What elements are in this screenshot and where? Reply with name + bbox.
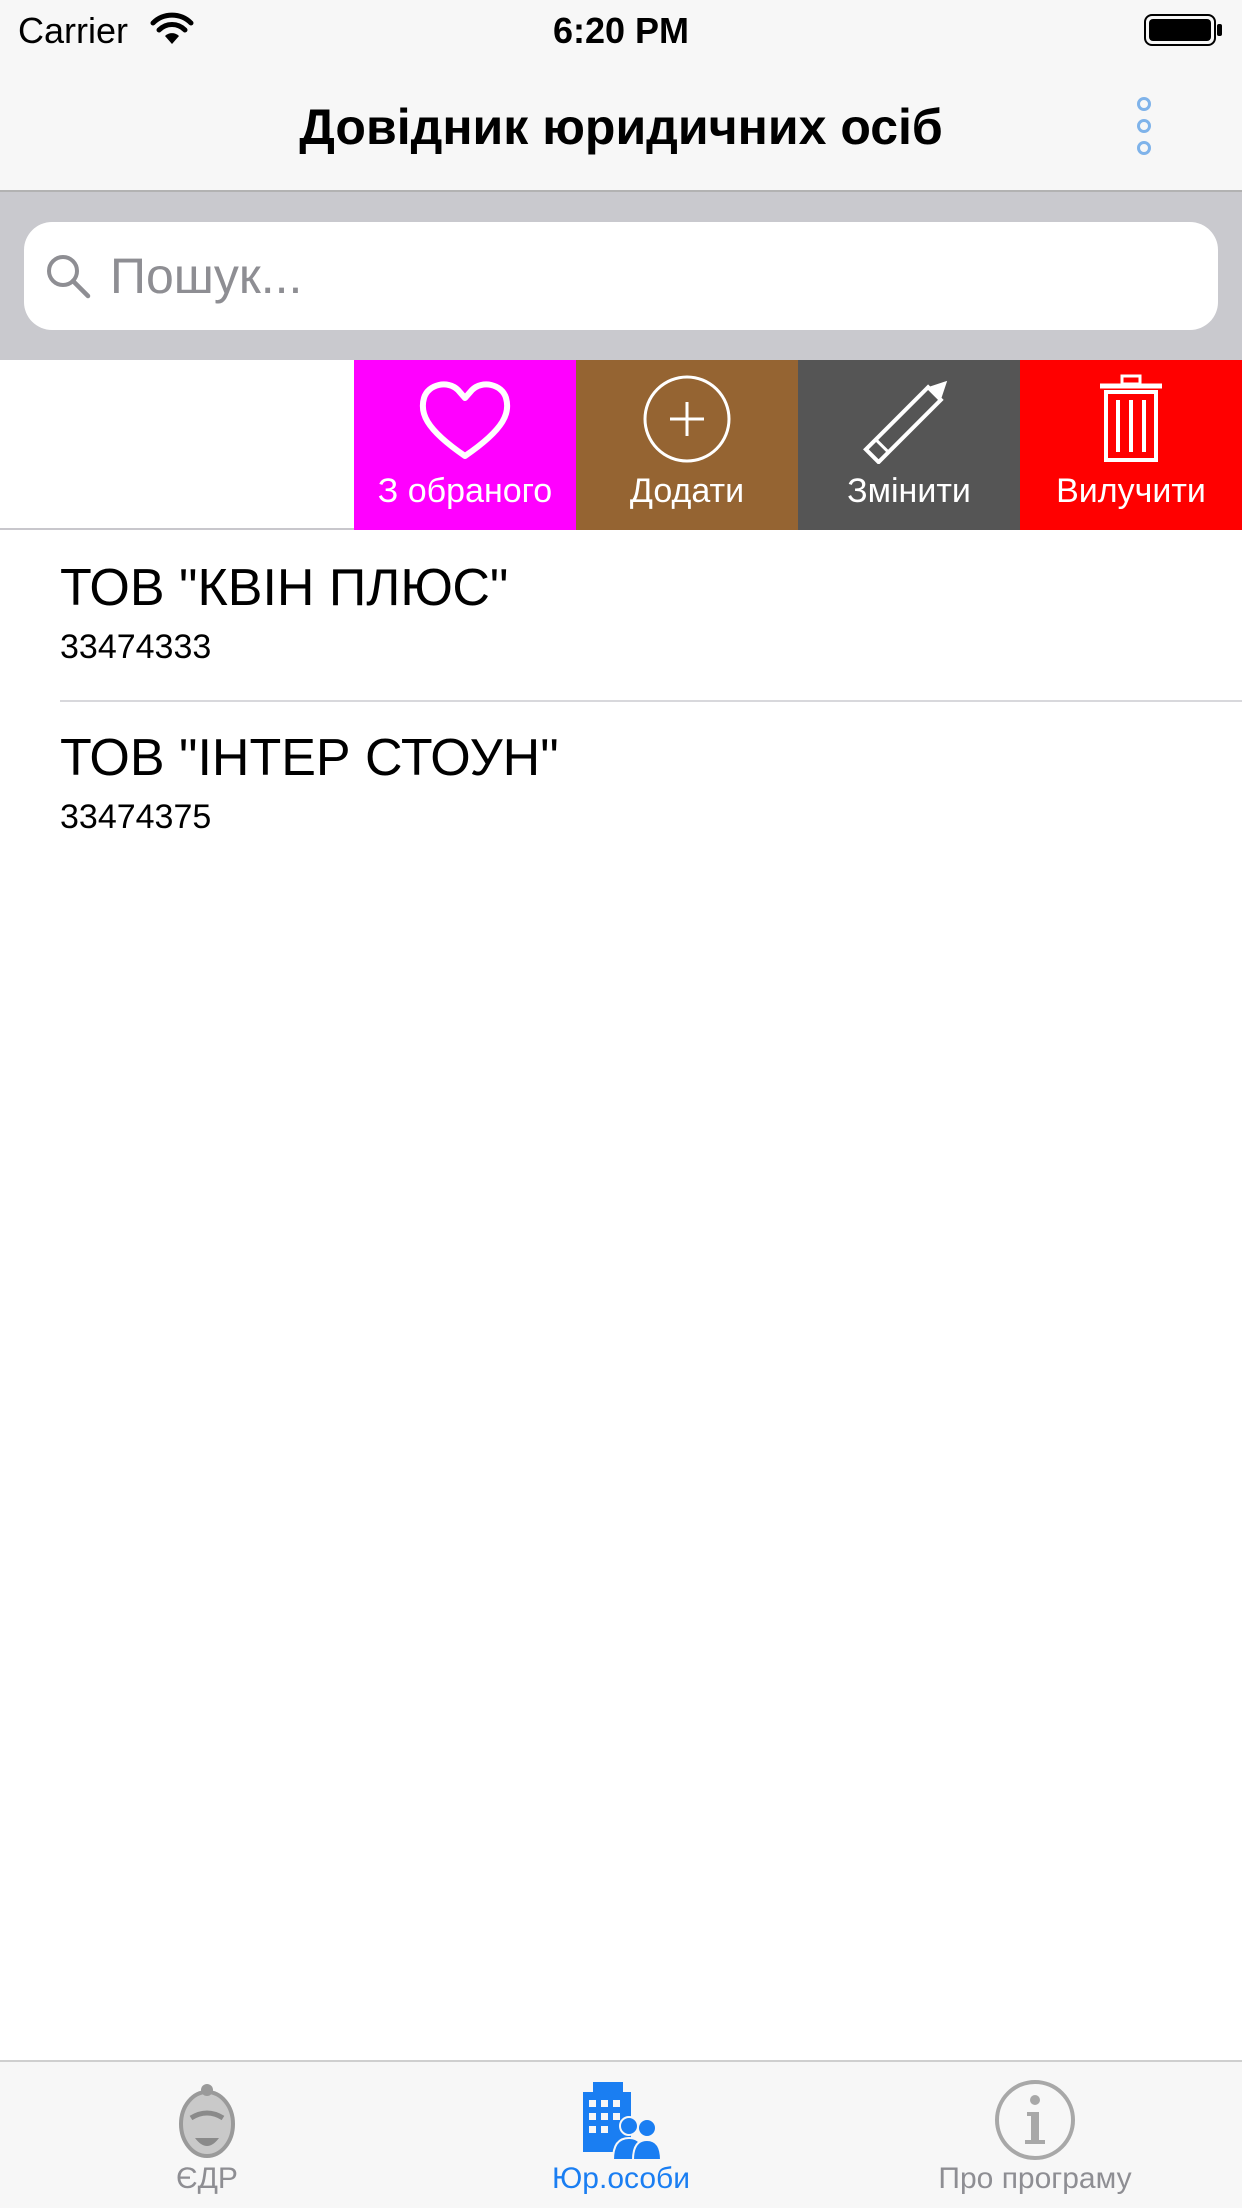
tab-edr-label: ЄДР [176,2162,238,2195]
company-name: ТОВ "КВІН ПЛЮС" [60,559,509,617]
heart-icon [419,381,511,459]
list-item[interactable]: ТОВ "КВІН ПЛЮС" 33474333 [0,532,1242,702]
battery-icon [1144,14,1222,46]
search-field[interactable] [24,222,1218,330]
page-title: Довідник юридичних осіб [299,99,943,155]
tab-legal-entities-label: Юр.особи [552,2162,690,2195]
search-icon [47,255,91,299]
edit-label: Змінити [847,472,971,510]
search-bar [0,192,1242,360]
company-code: 33474333 [60,628,212,666]
app-screen: Carrier 6:20 PM Довідник юридичних осіб [0,0,1242,2208]
pencil-icon [863,380,948,464]
tab-about[interactable]: Про програму [828,2062,1242,2208]
swiped-list-row[interactable]: З обраного Додати Змінити Вилучити [0,360,1242,530]
edr-emblem-icon [179,2084,235,2158]
plus-circle-icon [643,375,731,463]
company-name: ТОВ "ІНТЕР СТОУН" [60,729,559,787]
tab-about-label: Про програму [938,2162,1132,2195]
vertical-dots-icon[interactable] [1126,94,1162,158]
buildings-people-icon [583,2082,663,2161]
tab-bar: ЄДР Юр.особи Про програму [0,2060,1242,2208]
tab-legal-entities[interactable]: Юр.особи [414,2062,828,2208]
delete-button[interactable]: Вилучити [1020,360,1242,530]
status-bar: Carrier 6:20 PM [0,0,1242,60]
delete-label: Вилучити [1056,472,1206,510]
info-icon [995,2080,1075,2160]
edit-button[interactable]: Змінити [798,360,1020,530]
search-input[interactable] [110,238,1190,314]
navigation-bar: Довідник юридичних осіб [0,60,1242,192]
company-code: 33474375 [60,798,212,836]
list-item[interactable]: ТОВ "ІНТЕР СТОУН" 33474375 [0,702,1242,872]
trash-icon [1100,374,1162,462]
add-label: Додати [629,472,745,510]
remove-from-favorites-label: З обраного [377,472,553,510]
status-time: 6:20 PM [552,10,690,51]
tab-edr[interactable]: ЄДР [0,2062,414,2208]
add-button[interactable]: Додати [576,360,798,530]
remove-from-favorites-button[interactable]: З обраного [354,360,576,530]
